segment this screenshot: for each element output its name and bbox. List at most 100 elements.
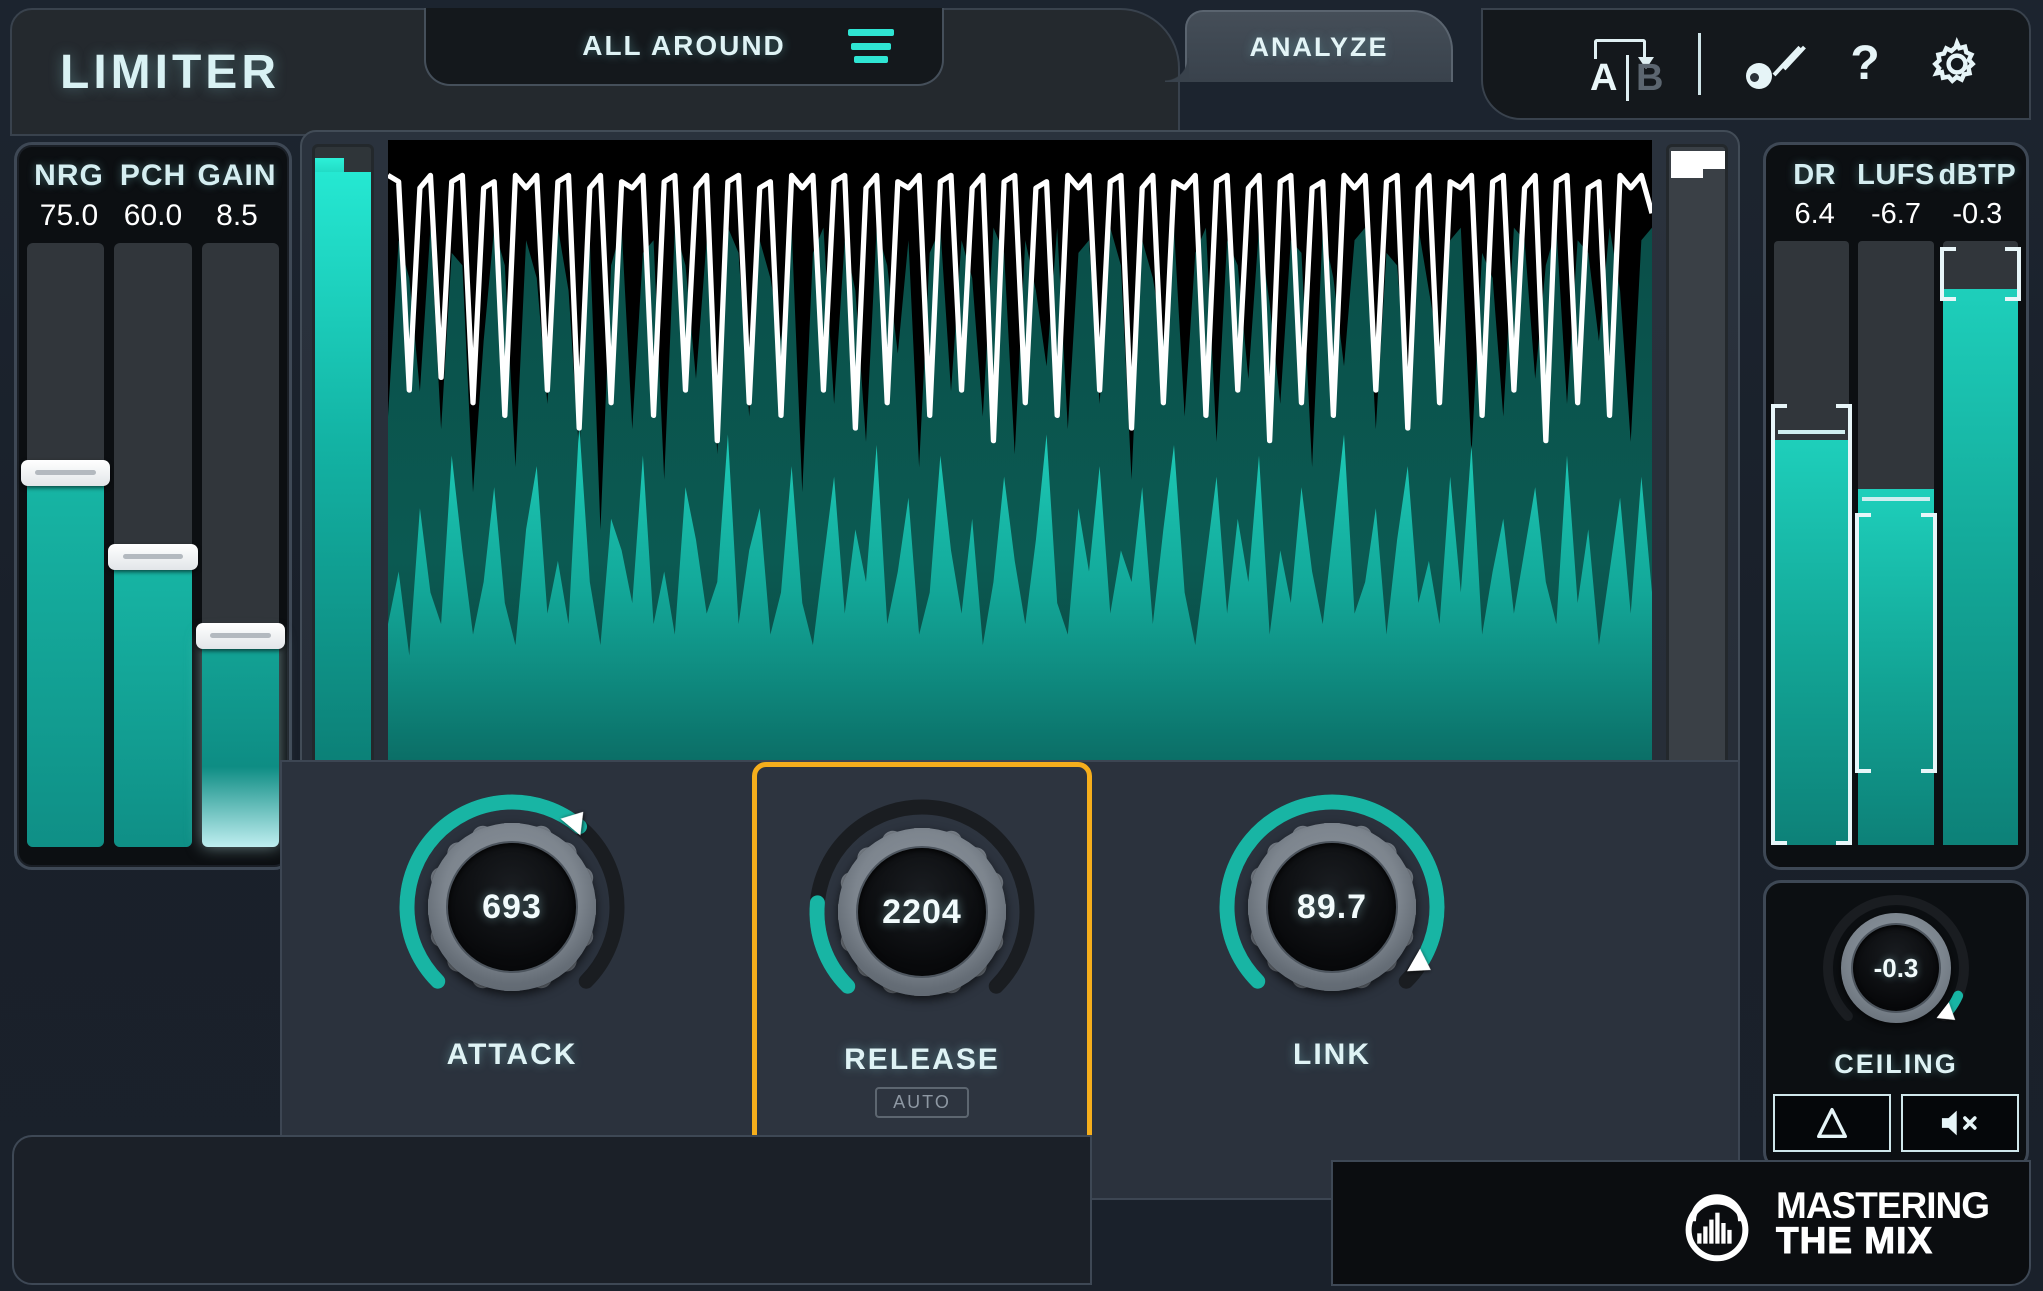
logo-line-2: THE MIX	[1776, 1220, 1934, 1261]
help-button[interactable]: ?	[1819, 24, 1911, 104]
nrg-slider-handle[interactable]	[21, 459, 111, 486]
release-knob-slot[interactable]: 2204 RELEASE AUTO	[752, 762, 1092, 1192]
ceiling-knob[interactable]: -0.3	[1821, 893, 1971, 1043]
right-meter-col-2: dBTP -0.3	[1937, 159, 2018, 231]
top-bar: LIMITER ALL AROUND ANALYZE A B ?	[0, 0, 2043, 136]
attack-knob-slot[interactable]: 693 ATTACK	[342, 762, 682, 1192]
ab-swap-icon: A B	[1580, 27, 1672, 101]
mute-button[interactable]	[1901, 1094, 2019, 1152]
input-controls-panel: NRG 75.0 PCH 60.0 GAIN 8.5	[14, 142, 292, 870]
logo-wordmark: MASTERING THE MIX	[1776, 1184, 1991, 1261]
nrg-slider[interactable]	[21, 243, 111, 847]
attack-knob-face: 693	[448, 843, 576, 971]
lufs-meter-fill	[1858, 488, 1934, 845]
lufs-meter	[1855, 241, 1937, 845]
attack-knob[interactable]: 693	[397, 792, 627, 1022]
left-meter-col-0: NRG 75.0	[27, 159, 111, 233]
ceiling-label: CEILING	[1834, 1049, 1958, 1079]
release-value: 2204	[882, 892, 962, 931]
release-auto-badge[interactable]: AUTO	[875, 1087, 969, 1118]
hamburger-icon[interactable]	[848, 29, 894, 63]
gain-slider-fill	[201, 635, 279, 847]
magic-wand-icon	[1742, 33, 1806, 95]
logo-line-1: MASTERING	[1776, 1184, 1990, 1226]
left-sliders	[17, 233, 289, 861]
output-level-marker-secondary	[1671, 169, 1703, 178]
pch-slider[interactable]	[108, 243, 198, 847]
footer-left-shell	[12, 1135, 1092, 1285]
header-tools: A B ?	[1481, 8, 2031, 120]
right-meter-col-1: LUFS -6.7	[1855, 159, 1936, 231]
pch-value: 60.0	[123, 199, 183, 232]
output-level-marker	[1671, 151, 1725, 169]
dbtp-label: dBTP	[1938, 159, 2017, 191]
mastering-the-mix-logo: MASTERING THE MIX	[1674, 1180, 1991, 1266]
release-knob-body[interactable]: 2204	[838, 828, 1006, 996]
release-knob[interactable]: 2204	[807, 797, 1037, 1027]
link-knob-body[interactable]: 89.7	[1248, 823, 1416, 991]
release-knob-face: 2204	[858, 848, 986, 976]
release-label: RELEASE	[844, 1043, 1000, 1076]
input-level-meter	[312, 144, 374, 774]
mute-icon	[1941, 1110, 1977, 1136]
toolbar-divider	[1698, 33, 1701, 95]
left-meter-col-1: PCH 60.0	[111, 159, 195, 233]
preset-selector-tab[interactable]: ALL AROUND	[424, 8, 944, 86]
footer-brand-shell: MASTERING THE MIX	[1331, 1160, 2031, 1286]
output-level-meter	[1666, 144, 1728, 774]
magic-wand-button[interactable]	[1727, 24, 1819, 104]
gear-icon	[1932, 36, 1976, 84]
lufs-value: -6.7	[1871, 198, 1921, 230]
ceiling-knob-face: -0.3	[1853, 925, 1939, 1011]
dbtp-meter-fill	[1942, 289, 2018, 845]
headphones-logo-icon	[1685, 1194, 1749, 1262]
gain-slider-handle[interactable]	[195, 622, 285, 649]
ceiling-panel: -0.3 CEILING	[1763, 880, 2029, 1170]
attack-value: 693	[482, 887, 542, 926]
tab-analyze-label: ANALYZE	[1249, 31, 1389, 62]
ab-compare-button[interactable]: A B	[1580, 24, 1672, 104]
ceiling-buttons	[1773, 1094, 2019, 1152]
gain-value: 8.5	[216, 199, 258, 232]
delta-icon	[1817, 1108, 1847, 1138]
left-meter-col-2: GAIN 8.5	[195, 159, 279, 233]
link-value: 89.7	[1296, 887, 1368, 926]
nrg-slider-fill	[27, 472, 105, 847]
waveform-display[interactable]	[388, 140, 1652, 782]
ceiling-knob-body[interactable]: -0.3	[1841, 913, 1951, 1023]
lufs-target-tick	[1862, 496, 1930, 501]
pch-slider-handle[interactable]	[108, 544, 198, 571]
attack-knob-body[interactable]: 693	[428, 823, 596, 991]
link-knob[interactable]: 89.7	[1217, 792, 1447, 1022]
dr-value: 6.4	[1794, 198, 1835, 230]
dr-meter	[1771, 241, 1853, 845]
knob-panel: 693 ATTACK 2204 RELEASE AUTO 89.7 LINK	[280, 760, 1740, 1200]
link-knob-slot[interactable]: 89.7 LINK	[1162, 762, 1502, 1192]
page-title: LIMITER	[60, 46, 280, 99]
link-label: LINK	[1293, 1038, 1371, 1071]
tab-analyze[interactable]: ANALYZE	[1165, 10, 1453, 82]
input-level-fill	[315, 171, 371, 771]
lufs-label: LUFS	[1857, 159, 1935, 191]
delta-button[interactable]	[1773, 1094, 1891, 1152]
left-meter-headers: NRG 75.0 PCH 60.0 GAIN 8.5	[17, 145, 289, 233]
ab-a-label: A	[1590, 57, 1618, 99]
waveform-svg	[388, 172, 1652, 782]
ab-b-label: B	[1636, 57, 1664, 99]
gain-slider[interactable]	[195, 243, 285, 847]
preset-name-label: ALL AROUND	[582, 30, 786, 61]
link-knob-face: 89.7	[1268, 843, 1396, 971]
right-meter-headers: DR 6.4 LUFS -6.7 dBTP -0.3	[1766, 145, 2026, 231]
gain-label: GAIN	[197, 159, 277, 192]
dr-meter-fill	[1774, 440, 1850, 845]
output-meters-panel: DR 6.4 LUFS -6.7 dBTP -0.3	[1763, 142, 2029, 870]
nrg-label: NRG	[34, 159, 104, 192]
nrg-value: 75.0	[39, 199, 99, 232]
pch-label: PCH	[119, 159, 187, 192]
dr-target-tick	[1778, 430, 1846, 435]
question-mark-icon: ?	[1850, 37, 1880, 90]
settings-button[interactable]	[1911, 24, 2003, 104]
attack-label: ATTACK	[446, 1038, 578, 1071]
right-meter-tracks	[1766, 231, 2026, 859]
dr-label: DR	[1793, 159, 1837, 191]
